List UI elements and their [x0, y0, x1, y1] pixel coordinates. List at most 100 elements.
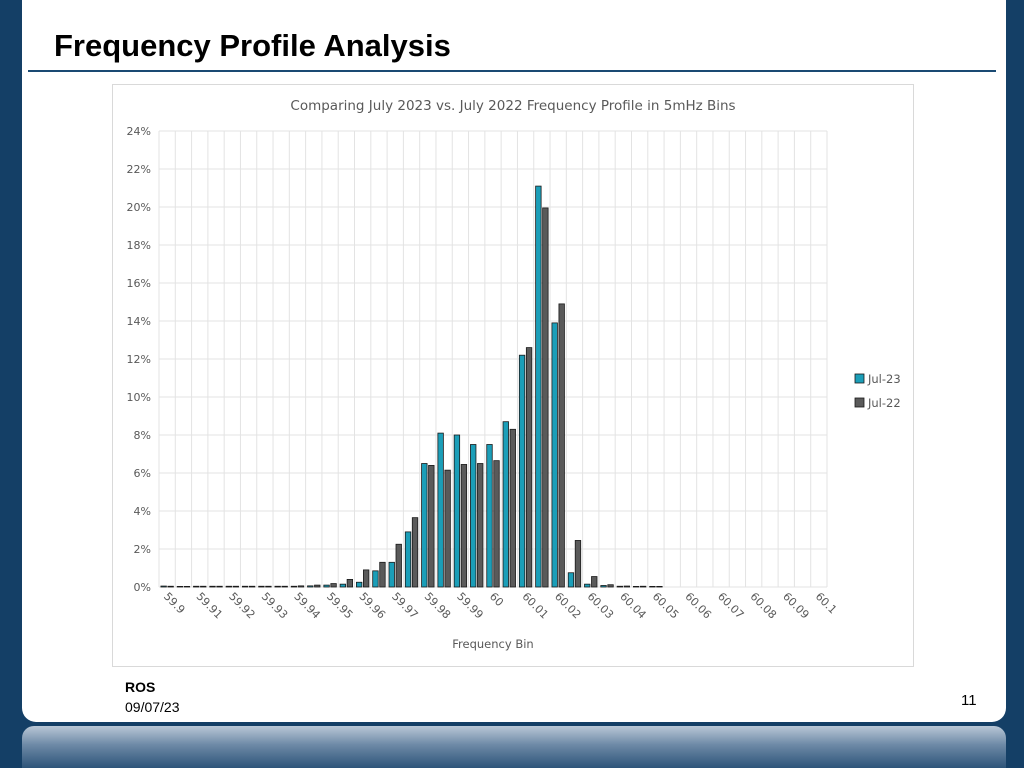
x-tick-label: 60.07 [715, 590, 746, 621]
footer-date: 09/07/23 [125, 699, 180, 715]
grid-lines [158, 130, 828, 588]
bar-jul-22-59.910 [200, 585, 207, 588]
bar-jul-22-60.030 [591, 576, 598, 588]
x-tick-label: 60.05 [650, 590, 681, 621]
bar-jul-23-59.900 [160, 585, 167, 588]
bar-jul-23-59.945 [307, 585, 314, 588]
y-tick-label: 6% [134, 467, 151, 480]
bar-jul-22-60.005 [509, 428, 516, 588]
bar-jul-23-60.035 [600, 585, 607, 588]
y-tick-label: 22% [127, 163, 151, 176]
x-tick-label: 59.99 [454, 590, 485, 621]
bar-jul-23-60.050 [649, 585, 656, 588]
x-tick-label: 59.93 [259, 590, 290, 621]
title-rule [28, 70, 996, 72]
bar-jul-23-59.940 [290, 585, 298, 588]
bar-jul-22-59.965 [379, 561, 386, 588]
y-tick-label: 16% [127, 277, 151, 290]
bar-jul-22-59.935 [281, 585, 288, 588]
x-tick-label: 60.04 [617, 590, 648, 621]
bar-jul-23-59.925 [241, 585, 249, 588]
y-tick-label: 2% [134, 543, 151, 556]
bar-jul-22-59.995 [477, 463, 484, 588]
x-tick-label: 60.02 [552, 590, 583, 621]
bar-jul-23-59.965 [372, 570, 379, 588]
footer-organization: ROS [125, 679, 156, 695]
bar-jul-22-60.045 [639, 585, 647, 588]
bar-jul-22-59.970 [395, 543, 402, 588]
bar-jul-22-59.980 [428, 464, 435, 588]
bar-jul-22-60.035 [607, 584, 614, 588]
bar-jul-23-60.005 [502, 421, 509, 588]
x-tick-label: 60.1 [813, 590, 840, 617]
y-tick-label: 24% [127, 125, 151, 138]
bar-jul-22-59.920 [232, 585, 239, 588]
bar-jul-23-60.030 [584, 583, 591, 588]
bar-jul-23-59.975 [404, 531, 412, 588]
y-tick-label: 12% [127, 353, 151, 366]
x-tick-label: 60 [487, 590, 506, 609]
bar-jul-22-60.050 [656, 585, 663, 588]
y-tick-label: 0% [134, 581, 151, 594]
bar-jul-22-59.940 [297, 585, 305, 588]
legend-swatch-jul-22 [854, 397, 865, 408]
bar-jul-22-59.960 [363, 569, 370, 588]
y-tick-label: 14% [127, 315, 151, 328]
bar-jul-23-59.915 [209, 585, 216, 588]
bar-jul-22-59.985 [444, 469, 451, 588]
bar-jul-23-59.995 [470, 444, 477, 588]
bar-jul-23-60.000 [486, 444, 493, 588]
x-tick-label: 59.9 [161, 590, 188, 617]
bar-jul-23-59.920 [225, 585, 232, 588]
legend: Jul-23 Jul-22 [854, 372, 901, 410]
legend-label-jul-22: Jul-22 [867, 396, 901, 410]
x-tick-label: 59.96 [357, 590, 388, 621]
x-tick-label: 59.95 [324, 590, 355, 621]
footer-bar [22, 726, 1006, 768]
bar-jul-23-59.970 [388, 561, 395, 588]
bar-jul-22-60.010 [525, 347, 533, 588]
bar-jul-22-59.930 [265, 585, 272, 588]
bar-jul-23-59.960 [356, 581, 363, 588]
x-tick-label: 60.06 [682, 590, 713, 621]
y-tick-label: 10% [127, 391, 151, 404]
chart-container: 0% 2% 4% 6% 8% 10% 12% 14% 16% 18% 20% 22% 24% 59.9 5… [112, 84, 914, 667]
bar-jul-22-60.000 [493, 460, 500, 588]
x-tick-label: 59.94 [291, 590, 322, 621]
bar-jul-23-59.985 [437, 432, 444, 588]
bar-jul-23-59.950 [323, 584, 330, 588]
bar-jul-23-60.015 [535, 185, 542, 588]
bar-jul-23-60.040 [616, 585, 623, 588]
y-tick-label: 20% [127, 201, 151, 214]
chart-title: Comparing July 2023 vs. July 2022 Freque… [290, 98, 735, 114]
legend-label-jul-23: Jul-23 [867, 372, 901, 386]
bar-jul-22-60.040 [623, 585, 630, 588]
bar-jul-22-59.945 [314, 584, 321, 588]
y-tick-label: 8% [134, 429, 151, 442]
x-tick-label: 59.91 [194, 590, 225, 621]
x-tick-label: 60.09 [780, 590, 811, 621]
bar-jul-23-59.980 [421, 463, 428, 588]
bar-jul-23-60.045 [632, 585, 640, 588]
frequency-profile-chart: 0%2%4%6%8%10%12%14%16%18%20%22%24% 59.9 5… [127, 98, 901, 651]
x-tick-labels: 59.9 59.91 59.92 59.93 59.94 59.95 59.96 59.97 5… [161, 590, 839, 621]
y-tick-label: 18% [127, 239, 151, 252]
bar-jul-22-59.975 [411, 517, 419, 588]
bar-jul-23-59.955 [339, 583, 347, 588]
bar-jul-22-60.025 [574, 540, 582, 588]
y-tick-labels: 0% 2% 4% 6% 8% 10% 12% 14% 16% 18% 20% 22% 24% [127, 125, 151, 594]
bar-jul-23-59.905 [176, 585, 184, 588]
x-tick-label: 59.97 [389, 590, 420, 621]
bar-jul-22-59.925 [248, 585, 256, 588]
x-tick-label: 59.92 [226, 590, 257, 621]
bar-jul-23-60.025 [567, 572, 575, 588]
x-tick-label: 60.01 [519, 590, 550, 621]
bar-jul-22-60.020 [558, 303, 565, 588]
legend-swatch-jul-23 [854, 373, 865, 384]
bar-jul-23-59.990 [453, 434, 461, 588]
bar-jul-23-60.020 [551, 322, 558, 588]
bar-jul-22-59.990 [460, 464, 468, 588]
x-tick-label: 60.08 [748, 590, 779, 621]
bar-jul-22-60.015 [542, 207, 549, 588]
x-tick-label: 59.98 [422, 590, 453, 621]
